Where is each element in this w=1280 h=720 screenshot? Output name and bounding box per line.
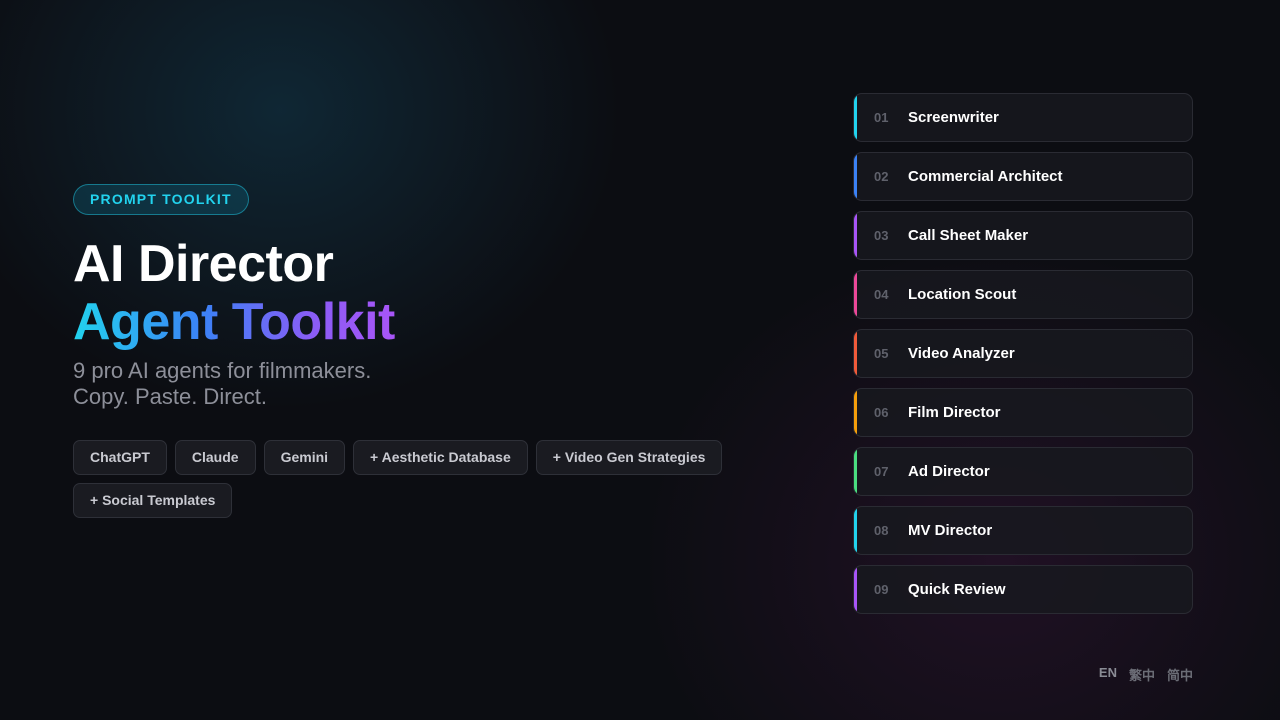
agent-card-film-director[interactable]: 06 Film Director xyxy=(853,388,1193,437)
agent-card-quick-review[interactable]: 09 Quick Review xyxy=(853,565,1193,614)
language-switcher: EN 繁中 简中 xyxy=(1099,665,1193,684)
agent-name: Location Scout xyxy=(908,286,1017,303)
accent-bar xyxy=(854,448,857,495)
accent-bar xyxy=(854,94,857,141)
agent-number: 07 xyxy=(874,464,889,479)
agent-number: 03 xyxy=(874,228,889,243)
hero-section: PROMPT TOOLKIT AI Director Agent Toolkit… xyxy=(73,184,753,518)
agent-name: Ad Director xyxy=(908,463,990,480)
prompt-toolkit-badge[interactable]: PROMPT TOOLKIT xyxy=(73,184,249,215)
agent-number: 09 xyxy=(874,582,889,597)
page-title: AI Director xyxy=(73,235,334,293)
agent-card-mv-director[interactable]: 08 MV Director xyxy=(853,506,1193,555)
chip-aesthetic-database[interactable]: + Aesthetic Database xyxy=(353,440,528,475)
accent-bar xyxy=(854,330,857,377)
subtitle-line-1: 9 pro AI agents for filmmakers. xyxy=(73,358,372,383)
lang-option-en[interactable]: EN xyxy=(1099,665,1117,684)
lang-option-zh-hans[interactable]: 简中 xyxy=(1167,665,1193,684)
page-title-gradient: Agent Toolkit xyxy=(73,293,395,351)
subtitle-line-2: Copy. Paste. Direct. xyxy=(73,384,267,409)
agent-name: Film Director xyxy=(908,404,1001,421)
agent-number: 08 xyxy=(874,523,889,538)
agent-name: MV Director xyxy=(908,522,993,539)
lang-option-zh-hant[interactable]: 繁中 xyxy=(1129,665,1155,684)
agent-card-ad-director[interactable]: 07 Ad Director xyxy=(853,447,1193,496)
agent-name: Video Analyzer xyxy=(908,345,1015,362)
chip-social-templates[interactable]: + Social Templates xyxy=(73,483,233,518)
agent-name: Screenwriter xyxy=(908,109,999,126)
chip-video-gen-strategies[interactable]: + Video Gen Strategies xyxy=(535,440,723,475)
accent-bar xyxy=(854,507,857,554)
agent-card-commercial-architect[interactable]: 02 Commercial Architect xyxy=(853,152,1193,201)
agent-name: Call Sheet Maker xyxy=(908,227,1029,244)
accent-bar xyxy=(854,153,857,200)
subtitle: 9 pro AI agents for filmmakers. Copy. Pa… xyxy=(73,358,753,410)
accent-bar xyxy=(854,271,857,318)
chip-gemini[interactable]: Gemini xyxy=(263,440,346,475)
agent-number: 02 xyxy=(874,169,889,184)
accent-bar xyxy=(854,212,857,259)
agent-number: 04 xyxy=(874,287,889,302)
chip-chatgpt[interactable]: ChatGPT xyxy=(73,440,167,475)
agent-name: Quick Review xyxy=(908,581,1006,598)
agent-card-screenwriter[interactable]: 01 Screenwriter xyxy=(853,93,1193,142)
agent-list: 01 Screenwriter 02 Commercial Architect … xyxy=(853,93,1193,624)
agent-number: 01 xyxy=(874,110,889,125)
agent-number: 05 xyxy=(874,346,889,361)
accent-bar xyxy=(854,566,857,613)
agent-name: Commercial Architect xyxy=(908,168,1063,185)
tag-chip-group: ChatGPT Claude Gemini + Aesthetic Databa… xyxy=(73,440,753,518)
agent-number: 06 xyxy=(874,405,889,420)
chip-claude[interactable]: Claude xyxy=(174,440,256,475)
agent-card-call-sheet-maker[interactable]: 03 Call Sheet Maker xyxy=(853,211,1193,260)
accent-bar xyxy=(854,389,857,436)
agent-card-location-scout[interactable]: 04 Location Scout xyxy=(853,270,1193,319)
agent-card-video-analyzer[interactable]: 05 Video Analyzer xyxy=(853,329,1193,378)
